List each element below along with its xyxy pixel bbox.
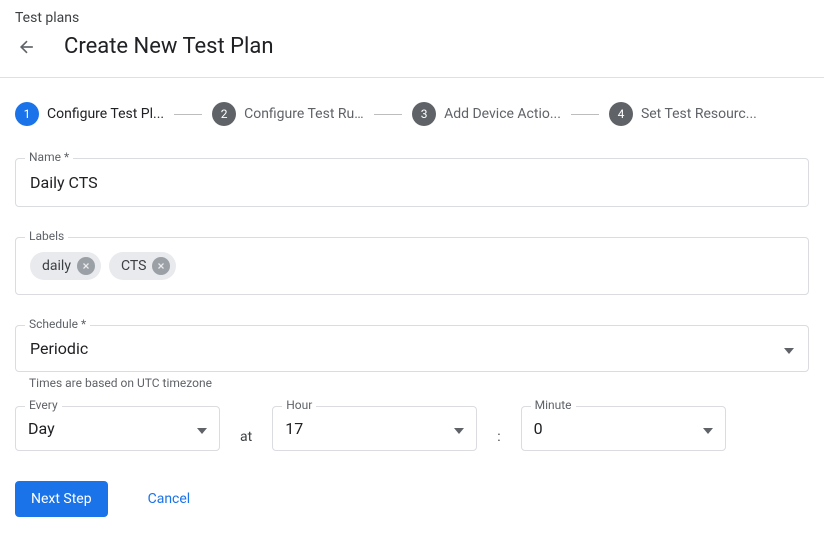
dropdown-arrow-icon [784,339,794,358]
minute-label: Minute [531,398,576,412]
step-1[interactable]: 1 Configure Test Pl... [15,102,164,126]
hour-select[interactable]: 17 [272,406,477,451]
page-title: Create New Test Plan [64,34,274,59]
chip-remove-icon[interactable] [77,257,95,275]
next-step-button[interactable]: Next Step [15,481,108,517]
every-label: Every [25,398,62,412]
page-header: Create New Test Plan [0,26,824,77]
step-label: Configure Test Ru... [244,106,364,122]
step-circle: 2 [212,102,236,126]
step-3[interactable]: 3 Add Device Actio... [412,102,561,126]
chip-label: daily [42,258,71,274]
schedule-value: Periodic [30,339,88,358]
step-label: Set Test Resourc... [641,106,757,122]
schedule-row: Every Day at Hour 17 : Minute 0 [15,406,809,451]
minute-select[interactable]: 0 [521,406,726,451]
schedule-field: Schedule * Periodic [15,325,809,372]
dropdown-arrow-icon [454,419,464,438]
cancel-button[interactable]: Cancel [148,491,191,507]
every-field: Every Day [15,406,220,451]
step-2[interactable]: 2 Configure Test Ru... [212,102,364,126]
every-select[interactable]: Day [15,406,220,451]
labels-input[interactable]: daily CTS [15,237,809,295]
hour-field: Hour 17 [272,406,477,451]
every-value: Day [28,419,55,438]
step-label: Configure Test Pl... [47,106,164,122]
chip-label: CTS [121,258,146,274]
step-connector [174,114,202,115]
name-label: Name * [25,150,73,164]
step-circle: 1 [15,102,39,126]
at-separator: at [240,429,252,445]
actions-row: Next Step Cancel [15,481,809,517]
dropdown-arrow-icon [197,419,207,438]
minute-field: Minute 0 [521,406,726,451]
step-circle: 3 [412,102,436,126]
hour-value: 17 [285,419,303,438]
step-connector [374,114,402,115]
step-4[interactable]: 4 Set Test Resourc... [609,102,757,126]
step-connector [571,114,599,115]
labels-label: Labels [25,229,68,243]
breadcrumb[interactable]: Test plans [0,0,824,26]
schedule-select[interactable]: Periodic [15,325,809,372]
back-arrow-icon[interactable] [15,35,39,59]
chip-remove-icon[interactable] [152,257,170,275]
dropdown-arrow-icon [703,419,713,438]
stepper: 1 Configure Test Pl... 2 Configure Test … [15,102,809,126]
step-circle: 4 [609,102,633,126]
hour-label: Hour [282,398,316,412]
step-label: Add Device Actio... [444,106,561,122]
name-field: Name * Daily CTS [15,158,809,207]
labels-field: Labels daily CTS [15,237,809,295]
name-value: Daily CTS [30,173,98,192]
colon-separator: : [497,429,500,445]
minute-value: 0 [534,419,543,438]
schedule-helper: Times are based on UTC timezone [29,376,809,390]
name-input[interactable]: Daily CTS [15,158,809,207]
chip-cts: CTS [109,252,176,280]
chip-daily: daily [30,252,101,280]
schedule-label: Schedule * [25,317,90,331]
